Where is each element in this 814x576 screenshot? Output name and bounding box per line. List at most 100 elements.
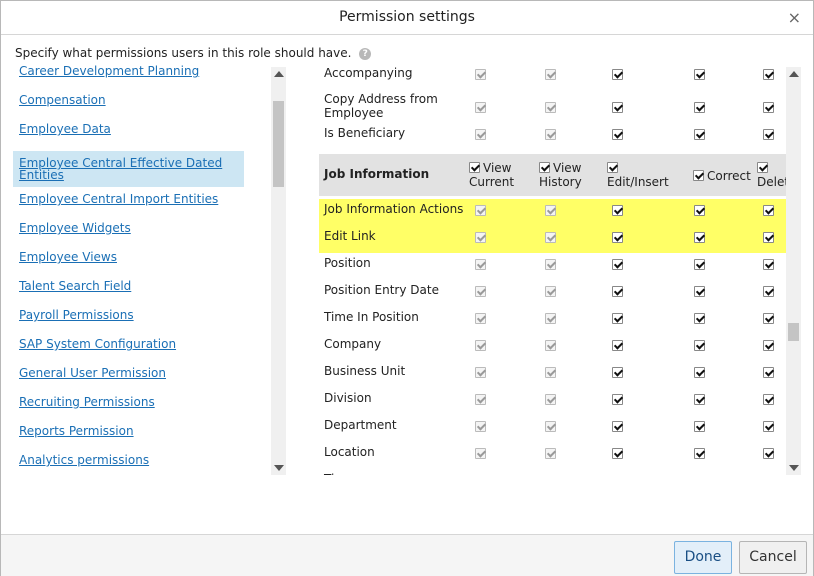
- permission-checkbox[interactable]: [612, 394, 623, 405]
- cancel-button[interactable]: Cancel: [739, 541, 807, 574]
- permission-checkbox: [545, 394, 556, 405]
- permission-checkbox[interactable]: [694, 69, 705, 80]
- permission-checkbox: [545, 259, 556, 270]
- permission-checkbox[interactable]: [694, 129, 705, 140]
- permission-checkbox: [475, 367, 486, 378]
- permission-checkbox[interactable]: [612, 129, 623, 140]
- category-item[interactable]: Payroll Permissions: [13, 309, 244, 321]
- select-all-checkbox[interactable]: [693, 170, 704, 181]
- permission-checkbox: [475, 205, 486, 216]
- permission-checkbox[interactable]: [612, 259, 623, 270]
- permission-checkbox[interactable]: [763, 367, 774, 378]
- close-icon[interactable]: ×: [788, 10, 801, 26]
- permission-checkbox[interactable]: [612, 313, 623, 324]
- permission-label: Time In Position: [324, 310, 419, 324]
- permission-checkbox: [545, 367, 556, 378]
- permission-checkbox[interactable]: [694, 102, 705, 113]
- permission-checkbox[interactable]: [694, 367, 705, 378]
- permission-checkbox[interactable]: [694, 232, 705, 243]
- category-item[interactable]: Employee Views: [13, 251, 244, 263]
- column-header-label: Current: [469, 175, 515, 189]
- permission-checkbox[interactable]: [763, 448, 774, 459]
- permission-checkbox[interactable]: [612, 448, 623, 459]
- permission-checkbox[interactable]: [694, 421, 705, 432]
- permission-label: Location: [324, 445, 375, 459]
- permission-checkbox[interactable]: [763, 129, 774, 140]
- permission-checkbox: [545, 340, 556, 351]
- permission-checkbox: [545, 205, 556, 216]
- category-item[interactable]: General User Permission: [13, 367, 244, 379]
- permission-checkbox[interactable]: [763, 421, 774, 432]
- done-button[interactable]: Done: [674, 541, 732, 574]
- permission-checkbox: [475, 448, 486, 459]
- permission-checkbox[interactable]: [612, 340, 623, 351]
- permission-row: Location: [319, 442, 787, 469]
- permission-checkbox[interactable]: [612, 102, 623, 113]
- permission-checkbox: [475, 69, 486, 80]
- permission-checkbox: [475, 102, 486, 113]
- permission-checkbox[interactable]: [763, 102, 774, 113]
- dialog-title: Permission settings: [339, 9, 475, 25]
- category-item[interactable]: Employee Data: [13, 123, 244, 135]
- permission-checkbox[interactable]: [763, 205, 774, 216]
- permission-checkbox[interactable]: [612, 232, 623, 243]
- permission-checkbox[interactable]: [694, 205, 705, 216]
- scrollbar-thumb[interactable]: [273, 101, 284, 187]
- category-item[interactable]: Reports Permission: [13, 425, 244, 437]
- permission-checkbox[interactable]: [694, 259, 705, 270]
- scrollbar-track[interactable]: [786, 67, 801, 475]
- permission-checkbox[interactable]: [612, 69, 623, 80]
- permission-checkbox[interactable]: [763, 286, 774, 297]
- permission-checkbox[interactable]: [763, 394, 774, 405]
- permission-checkbox[interactable]: [612, 205, 623, 216]
- category-item[interactable]: Talent Search Field: [13, 280, 244, 292]
- select-all-checkbox[interactable]: [607, 162, 618, 173]
- permission-checkbox: [545, 129, 556, 140]
- permission-row: Edit Link: [319, 226, 787, 253]
- scrollbar-thumb[interactable]: [788, 323, 799, 341]
- permission-checkbox[interactable]: [763, 232, 774, 243]
- permission-checkbox[interactable]: [763, 340, 774, 351]
- section-title: Job Information: [324, 167, 430, 181]
- permission-checkbox[interactable]: [694, 394, 705, 405]
- column-header-label: View: [553, 161, 582, 175]
- permission-checkbox[interactable]: [763, 69, 774, 80]
- category-item[interactable]: Employee Central Effective Dated Entitie…: [13, 151, 244, 187]
- category-item[interactable]: Employee Widgets: [13, 222, 244, 234]
- category-item[interactable]: Analytics permissions: [13, 454, 244, 466]
- instruction-label: Specify what permissions users in this r…: [15, 46, 352, 60]
- column-header-label: View: [483, 161, 512, 175]
- scroll-up-icon[interactable]: [274, 71, 284, 77]
- select-all-checkbox[interactable]: [469, 162, 480, 173]
- permission-checkbox[interactable]: [694, 448, 705, 459]
- permission-checkbox[interactable]: [694, 340, 705, 351]
- permission-checkbox[interactable]: [612, 286, 623, 297]
- permission-checkbox[interactable]: [694, 313, 705, 324]
- permission-checkbox[interactable]: [612, 421, 623, 432]
- category-list-scrollbar[interactable]: [271, 67, 286, 475]
- permission-checkbox[interactable]: [612, 367, 623, 378]
- scroll-up-icon[interactable]: [789, 71, 799, 77]
- select-all-checkbox[interactable]: [757, 162, 768, 173]
- permission-label: Edit Link: [324, 229, 376, 243]
- permission-table-scrollbar[interactable]: [786, 67, 801, 475]
- permission-label: Company: [324, 337, 382, 351]
- help-icon[interactable]: ?: [359, 47, 372, 60]
- category-item[interactable]: Employee Central Import Entities: [13, 193, 244, 205]
- category-item[interactable]: SAP System Configuration: [13, 338, 244, 350]
- column-header-label: Edit/Insert: [607, 175, 669, 189]
- permission-table: Accompanying Copy Address from Employee Is…: [319, 63, 787, 475]
- permission-row: Ti: [319, 469, 787, 475]
- permission-settings-dialog: Permission settings × Specify what permi…: [0, 0, 814, 576]
- category-item[interactable]: Recruiting Permissions: [13, 396, 244, 408]
- permission-label: Business Unit: [324, 364, 406, 378]
- permission-checkbox[interactable]: [763, 313, 774, 324]
- scroll-down-icon[interactable]: [789, 465, 799, 471]
- category-item[interactable]: Career Development Planning: [13, 65, 244, 77]
- permission-label: Ti: [324, 472, 334, 475]
- category-item[interactable]: Compensation: [13, 94, 244, 106]
- scroll-down-icon[interactable]: [274, 465, 284, 471]
- select-all-checkbox[interactable]: [539, 162, 550, 173]
- permission-checkbox[interactable]: [763, 259, 774, 270]
- permission-checkbox[interactable]: [694, 286, 705, 297]
